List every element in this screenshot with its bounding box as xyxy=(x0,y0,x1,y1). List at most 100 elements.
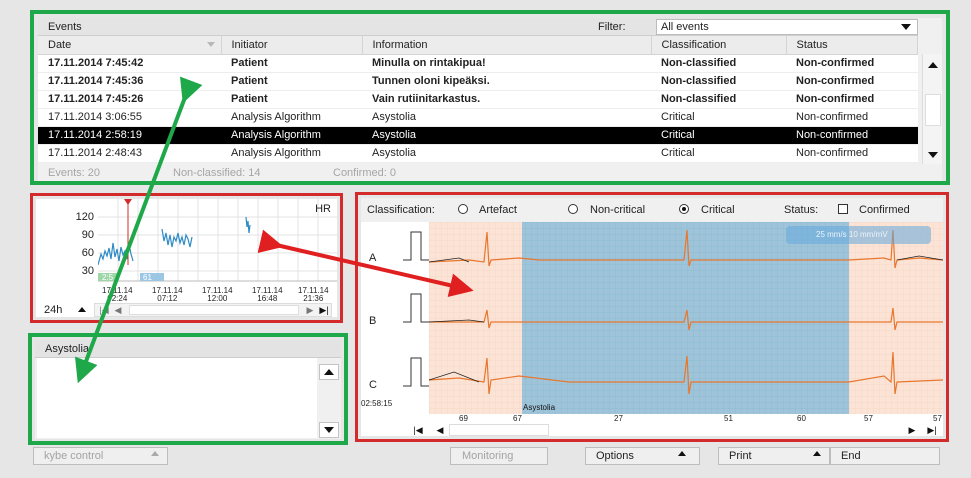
ecg-time: 02:58:15 xyxy=(361,399,393,408)
scroll-up-icon[interactable] xyxy=(926,60,940,70)
col-initiator[interactable]: Initiator xyxy=(221,36,363,55)
cell-classification: Non-classified xyxy=(651,72,786,91)
sort-icon[interactable] xyxy=(206,42,215,47)
last-icon[interactable]: ▶| xyxy=(317,304,331,316)
beat-number: 69 xyxy=(459,414,468,423)
beat-numbers: 69 67 27 51 60 57 57 xyxy=(361,414,943,424)
monitoring-button[interactable]: Monitoring xyxy=(450,447,548,465)
events-header: Events Filter: All events xyxy=(38,18,918,36)
events-panel: Events Filter: All events Date Initiator… xyxy=(38,18,942,181)
radio-critical[interactable] xyxy=(679,204,689,214)
events-count: Events: 20 xyxy=(48,167,100,179)
cell-classification: Non-classified xyxy=(651,54,786,73)
first-icon[interactable]: |◀ xyxy=(411,424,425,436)
next-icon[interactable]: ▶ xyxy=(303,304,317,316)
hr-badge-b: 61 xyxy=(143,273,152,282)
chevron-up-icon[interactable] xyxy=(151,451,159,456)
col-status[interactable]: Status xyxy=(786,36,918,55)
cell-initiator: Analysis Algorithm xyxy=(221,144,362,163)
hr-scrollbar[interactable]: |◀ ◀ ▶ ▶| xyxy=(94,303,332,317)
cell-information: Asystolia xyxy=(362,108,651,127)
non-critical-label[interactable]: Non-critical xyxy=(590,204,645,216)
events-scrollbar[interactable] xyxy=(922,54,942,164)
beat-number: 60 xyxy=(797,414,806,423)
details-text-area[interactable] xyxy=(37,358,317,438)
hr-tick-label: 60 xyxy=(81,247,94,259)
prev-icon[interactable]: ◀ xyxy=(111,304,125,316)
scroll-up-icon[interactable] xyxy=(319,364,339,380)
beat-number: 51 xyxy=(724,414,733,423)
range-select[interactable]: 24h xyxy=(44,304,62,316)
scroll-thumb[interactable] xyxy=(129,305,299,315)
chevron-down-icon[interactable] xyxy=(895,20,917,34)
scroll-thumb[interactable] xyxy=(925,94,941,126)
critical-label[interactable]: Critical xyxy=(701,204,735,216)
kybe-control-button[interactable]: kybe control xyxy=(33,447,168,465)
chevron-up-icon[interactable] xyxy=(813,451,821,456)
confirmed-checkbox[interactable] xyxy=(838,204,848,214)
beat-number: 67 xyxy=(513,414,522,423)
ecg-scrollbar[interactable]: |◀ ◀ ▶ ▶| xyxy=(361,424,943,436)
table-row[interactable]: 17.11.2014 7:45:26 Patient Vain rutiinit… xyxy=(38,90,918,109)
table-row-selected[interactable]: 17.11.2014 2:58:19 Analysis Algorithm As… xyxy=(38,126,918,145)
table-row[interactable]: 17.11.2014 2:48:43 Analysis Algorithm As… xyxy=(38,144,918,163)
nonclassified-count: Non-classified: 14 xyxy=(173,167,261,179)
artefact-label[interactable]: Artefact xyxy=(479,204,517,216)
hr-time-label: 17.11.14 07:12 xyxy=(152,286,183,303)
cell-information: Asystolia xyxy=(362,144,651,163)
details-panel: Asystolia xyxy=(35,340,341,439)
beat-number: 27 xyxy=(614,414,623,423)
events-panel-frame: Events Filter: All events Date Initiator… xyxy=(30,10,950,185)
radio-non-critical[interactable] xyxy=(568,204,578,214)
cell-information: Asystolia xyxy=(362,126,651,145)
last-icon[interactable]: ▶| xyxy=(925,424,939,436)
cell-information: Vain rutiinitarkastus. xyxy=(362,90,651,109)
hr-label: HR xyxy=(315,203,331,215)
col-date[interactable]: Date xyxy=(38,36,222,55)
confirmed-label[interactable]: Confirmed xyxy=(859,204,910,216)
cell-information: Minulla on rintakipua! xyxy=(362,54,651,73)
ecg-waveform[interactable]: Asystolia xyxy=(429,222,943,414)
cell-classification: Critical xyxy=(651,144,786,163)
filter-select[interactable]: All events xyxy=(656,19,918,35)
hr-controls: 24h |◀ ◀ ▶ ▶| xyxy=(36,303,337,317)
hr-tick-label: 90 xyxy=(81,229,94,241)
hr-time-label: 17.11.14 12:00 xyxy=(202,286,233,303)
cell-classification: Non-classified xyxy=(651,90,786,109)
table-row[interactable]: 17.11.2014 3:06:55 Analysis Algorithm As… xyxy=(38,108,918,127)
col-classification[interactable]: Classification xyxy=(651,36,787,55)
cell-date: 17.11.2014 7:45:42 xyxy=(38,54,221,73)
ecg-panel-frame: Classification: Artefact Non-critical Cr… xyxy=(355,192,949,442)
prev-icon[interactable]: ◀ xyxy=(433,424,447,436)
print-button[interactable]: Print xyxy=(718,447,830,465)
end-button[interactable]: End xyxy=(830,447,940,465)
speed-badge: 25 mm/s 10 mm/mV xyxy=(786,226,931,244)
hr-tick-label: 30 xyxy=(81,265,94,277)
ecg-event-label: Asystolia xyxy=(523,403,556,412)
col-information[interactable]: Information xyxy=(362,36,652,55)
table-row[interactable]: 17.11.2014 7:45:36 Patient Tunnen oloni … xyxy=(38,72,918,91)
details-scrollbar[interactable] xyxy=(319,360,341,438)
confirmed-count: Confirmed: 0 xyxy=(333,167,396,179)
chevron-up-icon[interactable] xyxy=(678,451,686,456)
lead-label-a: A xyxy=(369,252,377,264)
cell-date: 17.11.2014 3:06:55 xyxy=(38,108,221,127)
hr-badge-a: 2:5 xyxy=(102,273,114,282)
cell-status: Non-confirmed xyxy=(786,72,918,91)
cell-date: 17.11.2014 7:45:26 xyxy=(38,90,221,109)
chevron-up-icon[interactable] xyxy=(78,307,86,312)
ecg-toolbar: Classification: Artefact Non-critical Cr… xyxy=(361,198,943,222)
next-icon[interactable]: ▶ xyxy=(905,424,919,436)
lead-label-b: B xyxy=(369,315,377,327)
classification-label: Classification: xyxy=(367,204,435,216)
options-button[interactable]: Options xyxy=(585,447,700,465)
filter-label: Filter: xyxy=(598,21,626,33)
scroll-thumb[interactable] xyxy=(449,424,549,436)
first-icon[interactable]: |◀ xyxy=(97,304,111,316)
hr-time-label: 17.11.14 16:48 xyxy=(252,286,283,303)
details-panel-frame: Asystolia xyxy=(28,333,348,445)
scroll-down-icon[interactable] xyxy=(926,150,940,160)
table-row[interactable]: 17.11.2014 7:45:42 Patient Minulla on ri… xyxy=(38,54,918,73)
scroll-down-icon[interactable] xyxy=(319,422,339,438)
radio-artefact[interactable] xyxy=(458,204,468,214)
